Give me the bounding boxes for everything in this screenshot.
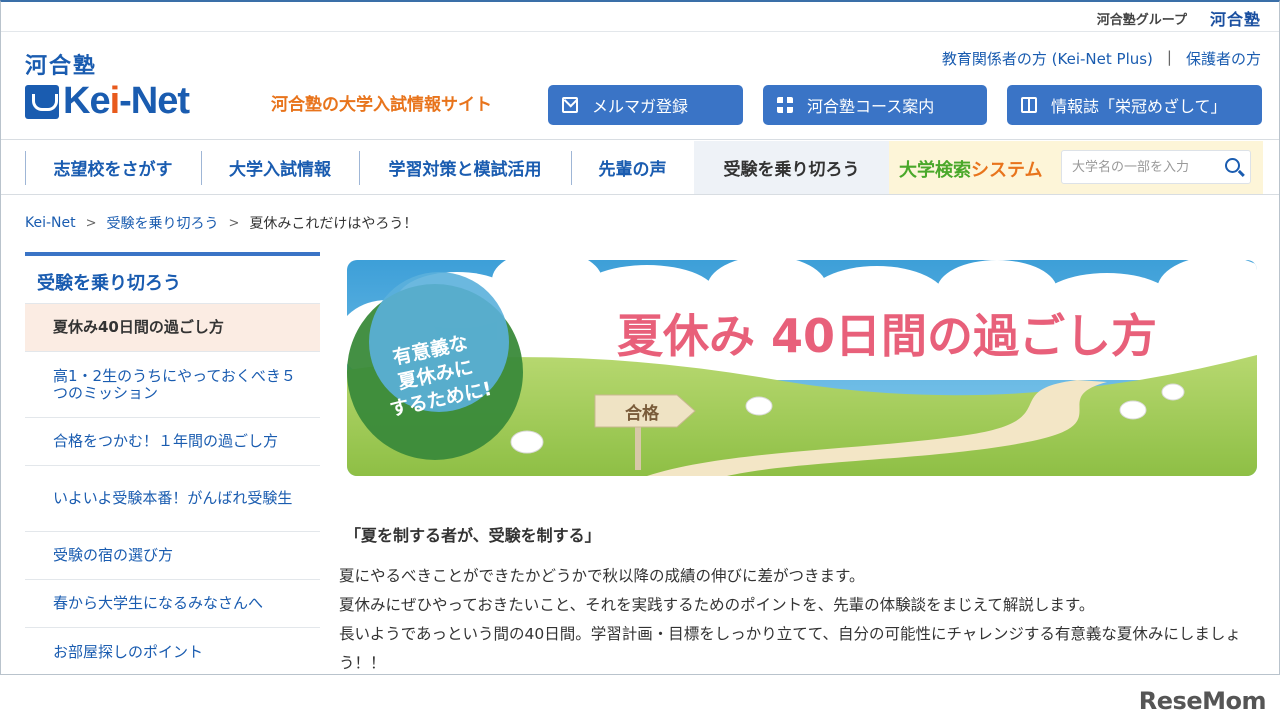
resemom-watermark: ReseMom bbox=[1138, 687, 1267, 715]
site-tagline: 河合塾の大学入試情報サイト bbox=[271, 95, 492, 115]
link-separator: | bbox=[1166, 48, 1172, 66]
nav-label: 大学入試情報 bbox=[229, 160, 331, 180]
site-header: 河合塾 Kei-Net 河合塾の大学入試情報サイト 教育関係者の方 (Kei-N… bbox=[1, 32, 1279, 140]
utility-links: 教育関係者の方 (Kei-Net Plus) | 保護者の方 bbox=[942, 48, 1261, 69]
sidebar-item-one-year[interactable]: 合格をつかむ！１年間の過ごし方 bbox=[25, 418, 320, 466]
search-system-title: 大学検索システム bbox=[899, 160, 1043, 181]
nav-senior-voices[interactable]: 先輩の声 bbox=[571, 141, 694, 194]
search-box bbox=[1061, 150, 1251, 184]
university-search-input[interactable] bbox=[1062, 151, 1212, 183]
sidebar-item-room-search[interactable]: お部屋探しのポイント bbox=[25, 628, 320, 674]
chevron-right-icon: > bbox=[85, 215, 97, 231]
university-search: 大学検索システム bbox=[889, 141, 1263, 194]
banner-title: 夏休み 40日間の過ごし方 bbox=[617, 309, 1157, 363]
sidebar-item-exam-day[interactable]: いよいよ受験本番！がんばれ受験生 bbox=[25, 466, 320, 532]
sidebar-item-summer-40days[interactable]: 夏休み40日間の過ごし方 bbox=[25, 304, 320, 352]
paragraph: 夏にやるべきことができたかどうかで秋以降の成績の伸びに差がつきます。 bbox=[339, 567, 865, 585]
mail-icon bbox=[562, 97, 578, 113]
keinet-logo[interactable]: Kei-Net bbox=[25, 80, 190, 123]
article-body: 夏にやるべきことができたかどうかで秋以降の成績の伸びに差がつきます。 夏休みにぜ… bbox=[339, 562, 1269, 674]
keinet-wordmark: Kei-Net bbox=[63, 80, 190, 122]
breadcrumb-section[interactable]: 受験を乗り切ろう bbox=[107, 213, 219, 233]
kawaijuku-group-logo[interactable]: 河合塾 bbox=[1210, 6, 1261, 30]
grid-icon bbox=[777, 97, 793, 113]
nav-divider bbox=[25, 151, 26, 185]
magazine-button[interactable]: 情報誌「栄冠めざして」 bbox=[1007, 85, 1262, 125]
magazine-button-label: 情報誌「栄冠めざして」 bbox=[1051, 97, 1227, 116]
lead-heading: 「夏を制する者が、受験を制する」 bbox=[345, 526, 601, 545]
course-guide-button-label: 河合塾コース案内 bbox=[807, 97, 935, 116]
nav-label: 受験を乗り切ろう bbox=[723, 160, 860, 180]
book-icon bbox=[1021, 97, 1037, 113]
sidebar-item-five-missions[interactable]: 高1・2生のうちにやっておくべき５つのミッション bbox=[25, 352, 320, 418]
chevron-right-icon: > bbox=[228, 215, 240, 231]
signpost-label: 合格 bbox=[625, 403, 660, 424]
group-label: 河合塾グループ bbox=[1096, 13, 1187, 28]
course-guide-button[interactable]: 河合塾コース案内 bbox=[763, 85, 987, 125]
nav-study-mock[interactable]: 学習対策と模試活用 bbox=[359, 141, 571, 194]
kawaijuku-logo[interactable]: 河合塾 bbox=[25, 48, 97, 80]
breadcrumb: Kei-Net > 受験を乗り切ろう > 夏休みこれだけはやろう！ bbox=[25, 213, 417, 233]
global-nav: 志望校をさがす 大学入試情報 学習対策と模試活用 先輩の声 受験を乗り切ろう 大… bbox=[1, 141, 1279, 195]
summer-banner: 合格 有意義な 夏休みに するために! 夏休み 40日間の過ごし方 bbox=[347, 260, 1257, 476]
nav-divider bbox=[359, 151, 360, 185]
newsletter-button[interactable]: メルマガ登録 bbox=[548, 85, 743, 125]
keinet-book-icon bbox=[25, 84, 59, 119]
parents-link[interactable]: 保護者の方 bbox=[1186, 48, 1261, 69]
sidebar: 受験を乗り切ろう 夏休み40日間の過ごし方 高1・2生のうちにやっておくべき５つ… bbox=[25, 252, 320, 674]
sidebar-item-new-students[interactable]: 春から大学生になるみなさんへ bbox=[25, 580, 320, 628]
nav-exam-info[interactable]: 大学入試情報 bbox=[201, 141, 359, 194]
breadcrumb-current: 夏休みこれだけはやろう！ bbox=[249, 216, 418, 232]
sidebar-item-lodging[interactable]: 受験の宿の選び方 bbox=[25, 532, 320, 580]
nav-divider bbox=[571, 151, 572, 185]
nav-label: 先輩の声 bbox=[598, 160, 667, 180]
educators-link[interactable]: 教育関係者の方 (Kei-Net Plus) bbox=[942, 48, 1153, 69]
search-icon[interactable] bbox=[1225, 158, 1240, 173]
breadcrumb-keinet[interactable]: Kei-Net bbox=[25, 215, 76, 231]
newsletter-button-label: メルマガ登録 bbox=[592, 97, 689, 116]
banner-illustration: 合格 有意義な 夏休みに するために! 夏休み 40日間の過ごし方 bbox=[347, 260, 1257, 476]
sidebar-title[interactable]: 受験を乗り切ろう bbox=[25, 252, 320, 304]
paragraph: 夏休みにぜひやっておきたいこと、それを実践するためのポイントを、先輩の体験談をま… bbox=[339, 596, 1095, 614]
nav-divider bbox=[201, 151, 202, 185]
nav-school-search[interactable]: 志望校をさがす bbox=[25, 141, 201, 194]
browser-page: 河合塾グループ 河合塾 河合塾 Kei-Net 河合塾の大学入試情報サイト 教育… bbox=[0, 0, 1280, 675]
nav-get-through-exams[interactable]: 受験を乗り切ろう bbox=[694, 141, 889, 194]
nav-label: 志望校をさがす bbox=[53, 160, 173, 180]
paragraph: 長いようであっという間の40日間。学習計画・目標をしっかり立てて、自分の可能性に… bbox=[339, 625, 1241, 672]
group-bar: 河合塾グループ 河合塾 bbox=[1, 2, 1279, 32]
nav-label: 学習対策と模試活用 bbox=[388, 160, 542, 180]
